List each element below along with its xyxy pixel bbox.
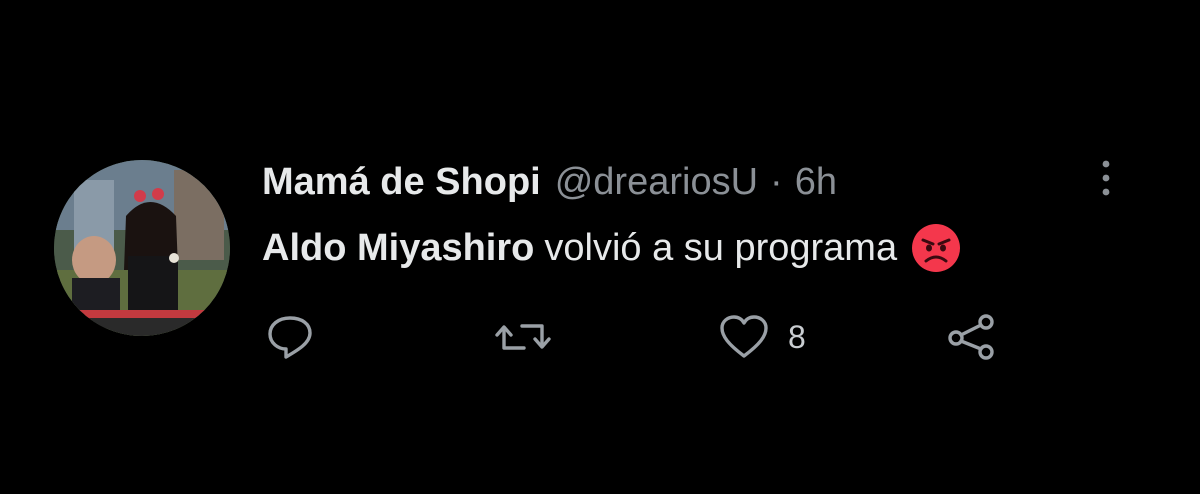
- tweet-timestamp[interactable]: 6h: [795, 161, 837, 204]
- more-vertical-icon: [1102, 160, 1110, 196]
- angry-face-emoji-icon: [912, 224, 961, 272]
- tweet-text: Aldo Miyashiro volvió a su programa: [262, 224, 961, 272]
- tweet-header: Mamá de Shopi @dreariosU · 6h: [262, 158, 837, 206]
- reply-icon: [268, 316, 312, 359]
- tweet-actions: 8: [262, 312, 1022, 362]
- share-icon: [948, 314, 994, 360]
- share-button[interactable]: [944, 312, 1000, 362]
- tweet-text-body: volvió a su programa: [544, 226, 898, 269]
- avatar-photo: [54, 160, 230, 336]
- more-options-button[interactable]: [1094, 156, 1118, 200]
- display-name[interactable]: Mamá de Shopi: [262, 161, 541, 204]
- heart-icon: [720, 315, 768, 358]
- header-separator: ·: [770, 160, 783, 203]
- reply-button[interactable]: [264, 312, 316, 362]
- user-handle[interactable]: @dreariosU: [555, 161, 758, 204]
- avatar[interactable]: [54, 160, 230, 336]
- retweet-icon: [495, 324, 551, 350]
- like-button[interactable]: 8: [718, 312, 806, 362]
- like-count: 8: [788, 318, 806, 355]
- retweet-button[interactable]: [494, 312, 552, 362]
- tweet[interactable]: Mamá de Shopi @dreariosU · 6h Aldo Miyas…: [0, 0, 1200, 494]
- tweet-text-bold: Aldo Miyashiro: [262, 226, 535, 269]
